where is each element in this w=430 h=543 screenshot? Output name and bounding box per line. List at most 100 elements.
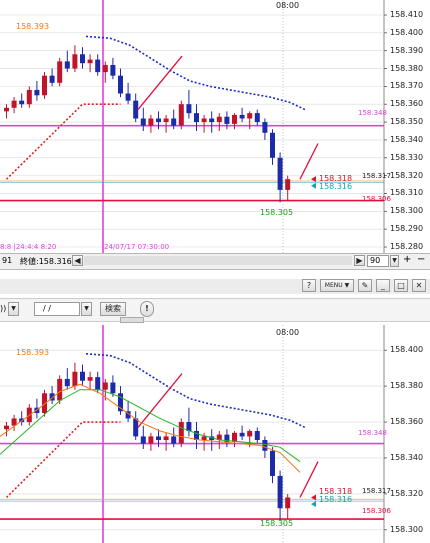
candle-body (163, 118, 169, 123)
candle-body (148, 118, 154, 126)
price-tick-label: 158.340 (390, 452, 424, 462)
window-toolbar: ? MENU ▼ ✎ _ □ ✕ (0, 279, 430, 294)
candle-body (239, 114, 245, 119)
line-label-348: 158.348 (358, 429, 387, 437)
maximize-button[interactable]: □ (394, 279, 408, 292)
price-tag-b: 158.316 (319, 495, 353, 504)
plot-area (0, 0, 384, 253)
candle-body (80, 371, 85, 381)
price-tick-label: 158.400 (390, 345, 424, 355)
candle-body (72, 371, 78, 387)
candle-body (270, 450, 275, 476)
candle-body (133, 418, 139, 437)
candle-body (239, 432, 245, 437)
menu-label: MENU (324, 282, 343, 289)
candle-body (270, 132, 275, 158)
splitter-handle[interactable] (120, 317, 144, 323)
line-label-317: 158.317 (362, 172, 391, 180)
candle-body (194, 113, 199, 123)
date-dropdown[interactable]: ▼ (81, 302, 92, 316)
line-label-348: 158.348 (358, 109, 387, 117)
candle-body (277, 157, 283, 190)
price-tick-label: 158.320 (390, 488, 424, 498)
price-tick-label: 158.310 (390, 188, 424, 198)
candle-body (42, 75, 47, 96)
price-tick-label: 158.300 (390, 206, 424, 216)
candle-body (87, 59, 93, 64)
scroll-track[interactable] (84, 256, 352, 265)
candle-body (87, 377, 93, 381)
close-button[interactable]: ✕ (412, 279, 426, 292)
candle-body (140, 118, 146, 126)
low-label: 158.305 (260, 208, 294, 217)
scroll-left-button[interactable]: ◀ (72, 255, 83, 266)
time-label-0800: 08:00 (276, 328, 300, 337)
left-dropdown[interactable]: ▼ (8, 302, 19, 316)
high-label: 158.393 (16, 348, 50, 357)
plot-area (0, 325, 384, 543)
chart-pane-bottom[interactable]: 08:00 158.400 158.380 158.360 158.340 158.32… (0, 325, 430, 543)
candle-body (95, 377, 101, 390)
candle-body (64, 378, 70, 387)
zoom-input[interactable]: 90 (367, 255, 389, 267)
line-label-306: 158.306 (362, 507, 391, 515)
candle-body (64, 61, 70, 69)
time-label-0800: 08:00 (276, 1, 300, 10)
chart-scrollbar[interactable]: 91 終値:158.316 ◀ ▶ 90 ▼ + − (0, 253, 430, 270)
search-button[interactable]: 検索 (100, 302, 126, 316)
high-label: 158.393 (16, 22, 50, 31)
price-tick-label: 158.360 (390, 417, 424, 427)
vline-date-label: 24/07/17 07:30:00 (104, 243, 170, 251)
candle-body (95, 59, 101, 73)
price-tick-label: 158.340 (390, 134, 424, 144)
candle-body (232, 114, 237, 124)
candle-body (4, 425, 9, 430)
zoom-dropdown[interactable]: ▼ (390, 255, 399, 267)
price-tick-label: 158.330 (390, 152, 424, 162)
candle-body (171, 118, 177, 126)
low-label: 158.305 (260, 519, 294, 528)
menu-button[interactable]: MENU ▼ (320, 279, 354, 292)
candlestick-chart-top[interactable] (0, 0, 430, 253)
candle-body (178, 422, 184, 444)
candle-body (118, 75, 123, 94)
candle-body (247, 431, 253, 437)
price-tick-label: 158.380 (390, 381, 424, 391)
price-tick-label: 158.320 (390, 170, 424, 180)
date-input[interactable]: / / (34, 302, 80, 316)
price-tick-label: 158.350 (390, 117, 424, 127)
price-tick-label: 158.410 (390, 10, 424, 19)
candle-body (254, 431, 260, 440)
candle-body (224, 116, 230, 124)
candle-body (102, 382, 108, 390)
price-tick-label: 158.300 (390, 524, 424, 534)
close-price-label: 終値:158.316 (20, 257, 72, 266)
scroll-right-button[interactable]: ▶ (354, 255, 365, 266)
candle-body (57, 61, 63, 83)
candle-body (156, 118, 161, 123)
zoom-in-button[interactable]: + (403, 254, 411, 265)
chart-pane-top[interactable]: 08:00 158.410 158.400 158.390 158.380 158.37… (0, 0, 430, 253)
candle-body (125, 93, 131, 101)
candle-body (186, 104, 192, 114)
price-tick-label: 158.400 (390, 27, 424, 37)
candle-body (209, 118, 215, 123)
help-button[interactable]: ? (302, 279, 316, 292)
bar-left-text: 91 (2, 256, 13, 265)
candle-body (201, 436, 207, 440)
candle-body (178, 104, 184, 126)
candle-body (163, 436, 169, 440)
candle-body (171, 436, 177, 444)
candle-body (19, 100, 25, 105)
zoom-out-button[interactable]: − (417, 254, 425, 265)
pen-icon[interactable]: ✎ (358, 279, 372, 292)
line-label-317: 158.317 (362, 487, 391, 495)
candle-body (247, 113, 253, 119)
line-label-306: 158.306 (362, 195, 391, 203)
minimize-button[interactable]: _ (376, 279, 390, 292)
candle-body (133, 100, 139, 119)
candle-body (34, 89, 40, 96)
info-icon[interactable]: ! (140, 301, 154, 317)
left-fragment: )) (0, 304, 7, 313)
search-toolbar: )) ▼ / / ▼ 検索 ! (0, 298, 430, 323)
